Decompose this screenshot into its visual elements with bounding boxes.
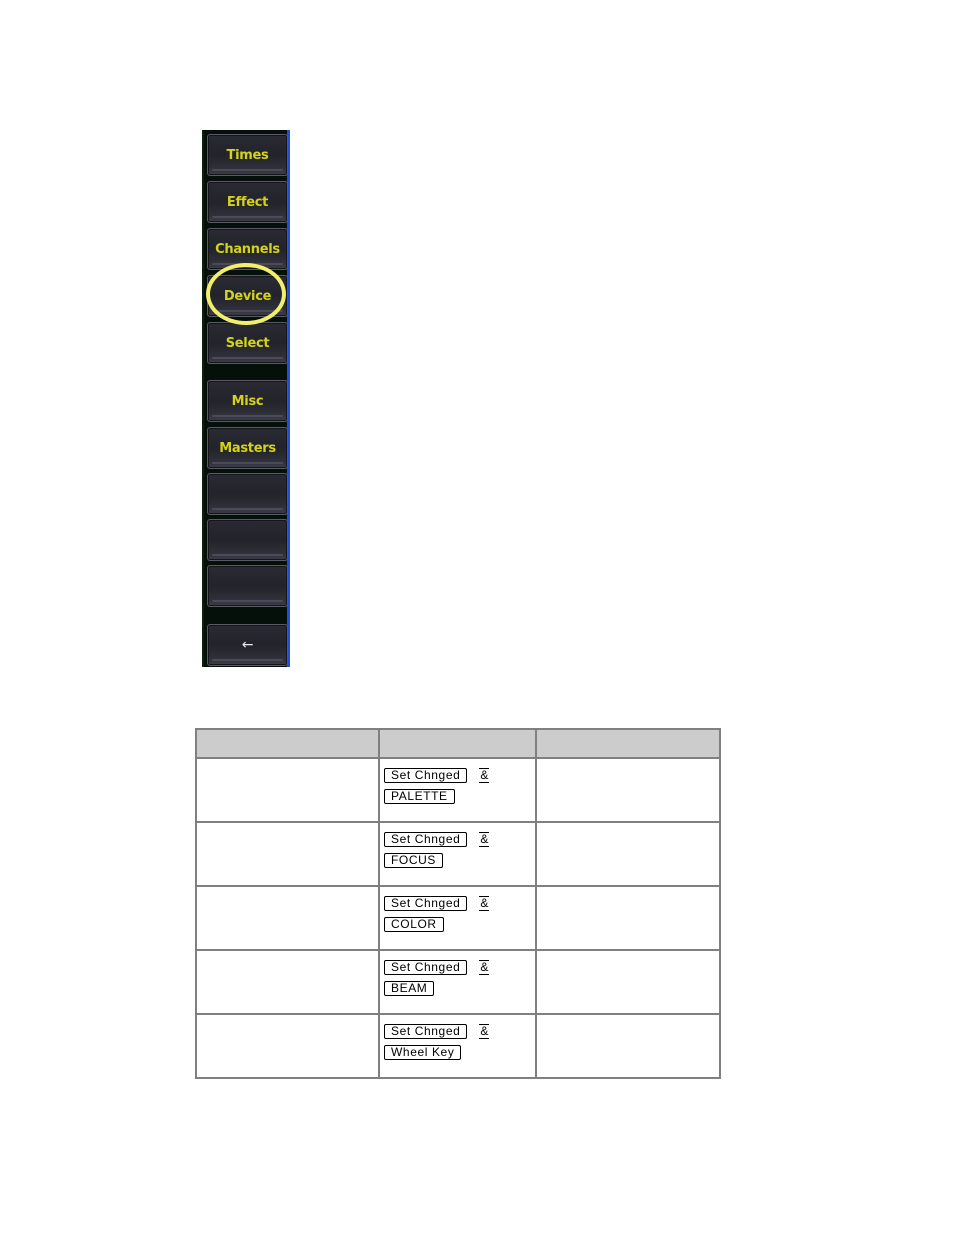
effect-label: Effect	[226, 194, 269, 210]
description-cell	[195, 1013, 380, 1079]
button-bevel	[212, 600, 283, 602]
misc-button[interactable]: Misc	[207, 380, 288, 422]
table-row: Set Chnged & FOCUS	[195, 821, 721, 887]
blank-button-2[interactable]	[207, 519, 288, 561]
description-cell	[195, 885, 380, 951]
blank-button-3[interactable]	[207, 565, 288, 607]
table-row: Set Chnged & Wheel Key	[195, 1013, 721, 1079]
button-bevel	[212, 415, 283, 417]
notes-cell	[535, 949, 721, 1015]
button-bevel	[212, 462, 283, 464]
device-label: Device	[223, 288, 272, 304]
times-label: Times	[226, 147, 269, 163]
button-bevel	[212, 169, 283, 171]
table-row: Set Chnged & PALETTE	[195, 757, 721, 823]
button-bevel	[212, 659, 283, 661]
device-button[interactable]: Device	[207, 275, 288, 317]
set-changed-key: Set Chnged	[384, 960, 468, 975]
keys-cell: Set Chnged & BEAM	[378, 949, 537, 1015]
select-label: Select	[225, 335, 270, 351]
times-button[interactable]: Times	[207, 134, 288, 176]
palette-key: PALETTE	[384, 789, 455, 804]
misc-label: Misc	[231, 393, 264, 409]
set-changed-key: Set Chnged	[384, 832, 468, 847]
set-changed-key: Set Chnged	[384, 896, 468, 911]
set-changed-key: Set Chnged	[384, 768, 468, 783]
button-bevel	[212, 508, 283, 510]
key-sequence-table: Set Chnged & PALETTE Set Chnged & FOCUS Se…	[195, 728, 721, 1079]
table-row: Set Chnged & COLOR	[195, 885, 721, 951]
button-bevel	[212, 216, 283, 218]
button-bevel	[212, 554, 283, 556]
keys-cell: Set Chnged & FOCUS	[378, 821, 537, 887]
beam-key: BEAM	[384, 981, 435, 996]
header-cell	[378, 728, 537, 759]
back-button[interactable]: ←	[207, 624, 288, 666]
keys-cell: Set Chnged & COLOR	[378, 885, 537, 951]
channels-label: Channels	[215, 241, 280, 257]
description-cell	[195, 757, 380, 823]
and-connector: &	[479, 1024, 490, 1039]
header-cell	[535, 728, 721, 759]
blank-button-1[interactable]	[207, 473, 288, 515]
set-changed-key: Set Chnged	[384, 1024, 468, 1039]
header-cell	[195, 728, 380, 759]
select-button[interactable]: Select	[207, 322, 288, 364]
effect-button[interactable]: Effect	[207, 181, 288, 223]
masters-button[interactable]: Masters	[207, 427, 288, 469]
and-connector: &	[479, 832, 490, 847]
console-button-strip: Times Effect Channels Device Select Misc…	[202, 130, 290, 667]
table-header-row	[195, 728, 721, 759]
notes-cell	[535, 821, 721, 887]
keys-cell: Set Chnged & Wheel Key	[378, 1013, 537, 1079]
notes-cell	[535, 885, 721, 951]
focus-key: FOCUS	[384, 853, 443, 868]
and-connector: &	[479, 896, 490, 911]
button-bevel	[212, 263, 283, 265]
button-bevel	[212, 357, 283, 359]
keys-cell: Set Chnged & PALETTE	[378, 757, 537, 823]
and-connector: &	[479, 768, 490, 783]
table-row: Set Chnged & BEAM	[195, 949, 721, 1015]
back-arrow-icon: ←	[241, 637, 254, 653]
notes-cell	[535, 757, 721, 823]
description-cell	[195, 949, 380, 1015]
button-bevel	[212, 310, 283, 312]
channels-button[interactable]: Channels	[207, 228, 288, 270]
notes-cell	[535, 1013, 721, 1079]
masters-label: Masters	[219, 440, 276, 456]
description-cell	[195, 821, 380, 887]
and-connector: &	[479, 960, 490, 975]
wheel-key: Wheel Key	[384, 1045, 462, 1060]
color-key: COLOR	[384, 917, 444, 932]
